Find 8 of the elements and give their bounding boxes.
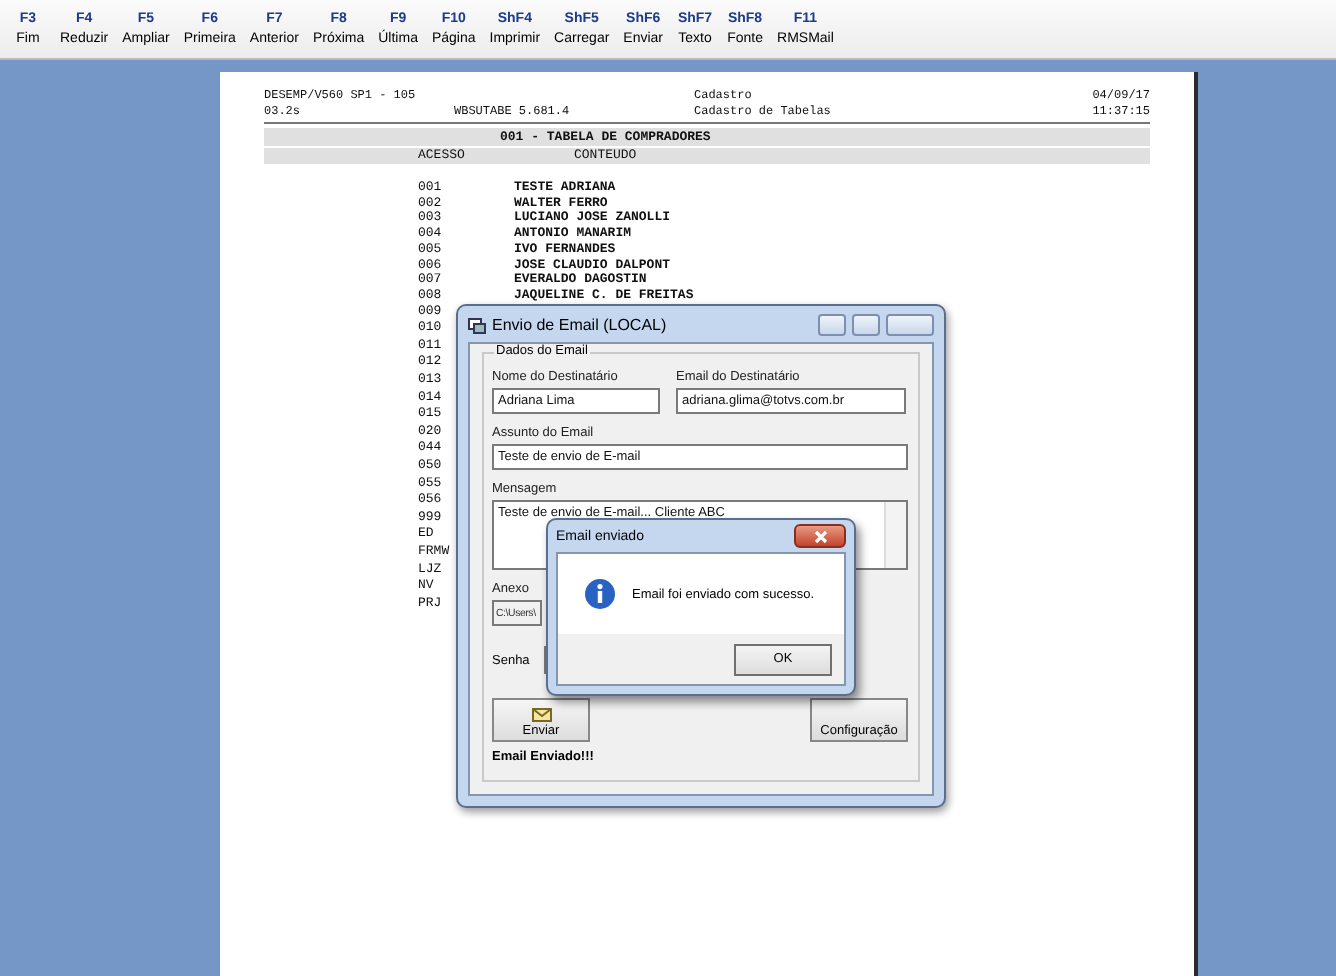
envelope-icon bbox=[531, 708, 551, 722]
window-title: Envio de Email (LOCAL) bbox=[492, 315, 669, 333]
minimize-button[interactable] bbox=[818, 313, 846, 335]
close-icon bbox=[813, 529, 827, 543]
window-icon bbox=[468, 315, 486, 333]
info-icon bbox=[584, 578, 616, 610]
maximize-button[interactable] bbox=[852, 313, 880, 335]
close-button[interactable] bbox=[794, 524, 846, 548]
